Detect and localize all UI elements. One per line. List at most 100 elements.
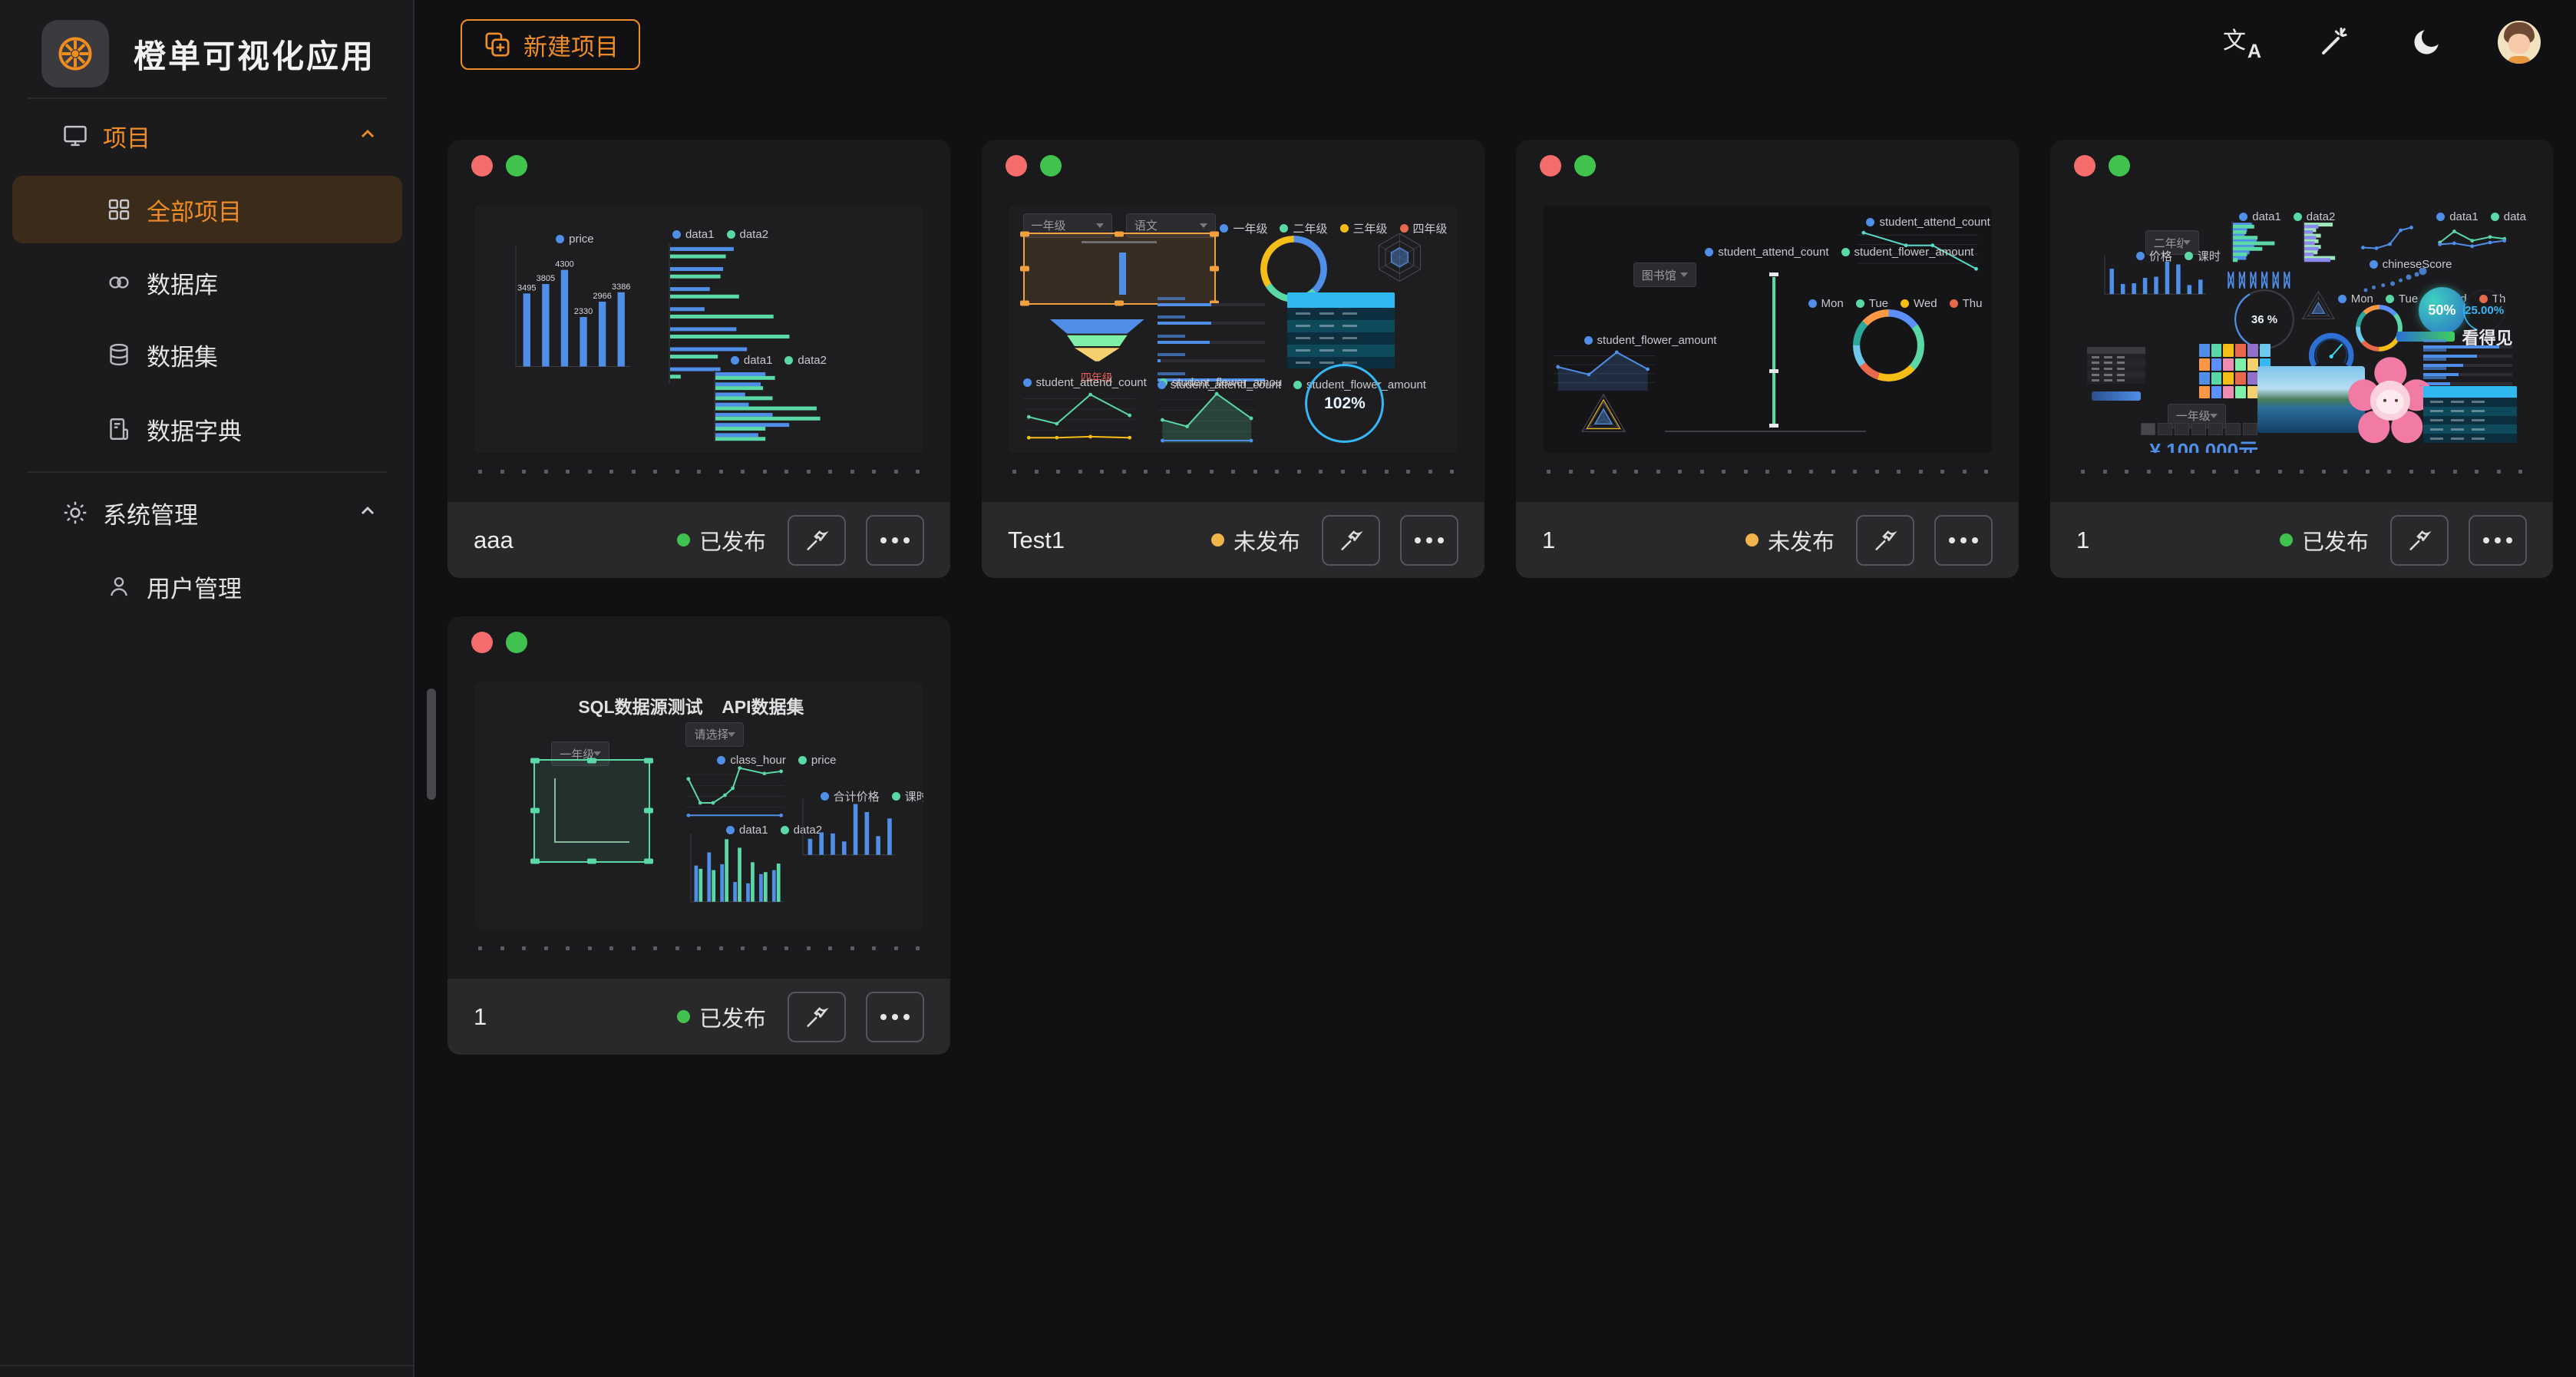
sidebar-section-projects[interactable]: 项目 [0, 107, 414, 165]
edit-project-button[interactable] [1856, 515, 1914, 566]
more-actions-button[interactable] [2469, 515, 2527, 566]
database-icon [104, 341, 134, 368]
selection-handle [644, 758, 653, 763]
thumb-donut [1853, 309, 1924, 381]
project-card[interactable]: data1data2data1data2二年级价格课时chineseScore3… [2050, 140, 2553, 578]
thumb-vline [1772, 277, 1775, 425]
thumb-table [2087, 347, 2145, 384]
project-card[interactable]: student_attend_countstudent_attend_count… [1516, 140, 2019, 578]
status-label: 已发布 [2302, 524, 2369, 556]
sidebar-item-datasets[interactable]: 数据集 [0, 325, 414, 384]
project-thumbnail[interactable]: SQL数据源测试API数据集一年级请选择class_hourpricedata1… [475, 682, 923, 930]
magic-wand-icon[interactable] [2313, 21, 2355, 63]
edit-project-button[interactable] [2390, 515, 2449, 566]
perforation-dots [2081, 468, 2522, 474]
thumb-legend: data1data2 [731, 354, 827, 367]
sidebar: 橙单可视化应用 项目 全部项目 数据库 [0, 0, 414, 1377]
thumb-legend: price [556, 233, 594, 246]
project-card[interactable]: SQL数据源测试API数据集一年级请选择class_hourpricedata1… [447, 616, 950, 1055]
traffic-green-dot [506, 155, 527, 177]
project-card[interactable]: 一年级语文一年级二年级三年级四年级四年级student_attend_count… [982, 140, 1485, 578]
sidebar-item-all-projects[interactable]: 全部项目 [12, 176, 402, 243]
card-footer: 1 未发布 [1516, 502, 2019, 578]
traffic-red-dot [471, 155, 493, 177]
perforation-dots [478, 945, 920, 951]
thumb-progress [2423, 339, 2513, 379]
dictionary-icon [104, 415, 134, 443]
perforation-dots [478, 468, 920, 474]
thumb-gradbar [2092, 391, 2141, 401]
hammer-icon [1872, 527, 1898, 553]
chevron-up-icon[interactable] [355, 121, 381, 151]
traffic-green-dot [2109, 155, 2130, 177]
sidebar-section-system[interactable]: 系统管理 [0, 484, 414, 542]
thumb-funnel: 四年级 [1050, 319, 1144, 385]
monitor-icon [60, 121, 91, 150]
sidebar-item-user-management[interactable]: 用户管理 [0, 557, 414, 616]
selection-handle [530, 758, 540, 763]
edit-project-button[interactable] [788, 515, 846, 566]
project-thumbnail[interactable]: 一年级语文一年级二年级三年级四年级四年级student_attend_count… [1009, 206, 1458, 453]
thumb-selection [533, 759, 650, 863]
thumb-gauge: 36 % [2234, 289, 2294, 348]
thumb-tabs [2141, 423, 2257, 435]
dark-mode-icon[interactable] [2406, 21, 2447, 63]
svg-text:3386: 3386 [612, 282, 630, 291]
sidebar-item-label: 数据集 [147, 338, 218, 372]
project-name: Test1 [1008, 527, 1211, 554]
thumb-dropdown[interactable]: 图书馆 [1633, 263, 1696, 287]
sidebar-item-label: 数据库 [147, 266, 218, 300]
hammer-icon [804, 527, 830, 553]
project-thumbnail[interactable]: data1data2data1data2二年级价格课时chineseScore3… [2078, 206, 2526, 453]
thumb-table [1287, 292, 1395, 369]
more-dots-icon [1415, 537, 1444, 543]
traffic-red-dot [1006, 155, 1027, 177]
project-name: 1 [474, 1003, 677, 1031]
status-label: 未发布 [1768, 524, 1835, 556]
thumb-text: SQL数据源测试 [578, 692, 702, 718]
gear-icon [60, 498, 91, 527]
project-name: 1 [1542, 527, 1745, 554]
svg-text:3805: 3805 [537, 274, 555, 283]
thumb-table [2423, 386, 2518, 443]
hammer-icon [804, 1004, 830, 1030]
more-actions-button[interactable] [1400, 515, 1458, 566]
selection-handle [530, 859, 540, 864]
more-dots-icon [880, 1014, 910, 1020]
status-dot [677, 1010, 690, 1023]
chevron-up-icon[interactable] [355, 498, 381, 528]
more-actions-button[interactable] [1934, 515, 1993, 566]
language-icon[interactable]: 文A [2221, 21, 2263, 63]
thumb-radar [2297, 287, 2340, 333]
edit-project-button[interactable] [1322, 515, 1380, 566]
sidebar-item-data-dictionary[interactable]: 数据字典 [0, 400, 414, 458]
thumb-dropdown[interactable]: 请选择 [685, 722, 744, 747]
traffic-red-dot [471, 632, 493, 653]
project-card[interactable]: price349538054300233029663386data1data2d… [447, 140, 950, 578]
sidebar-section-label: 项目 [103, 119, 150, 154]
new-project-button[interactable]: 新建项目 [461, 19, 640, 70]
user-avatar[interactable] [2498, 21, 2541, 64]
topbar: 新建项目 文A [416, 0, 2576, 88]
thumb-axis [1665, 431, 1867, 432]
selection-handle [530, 808, 540, 814]
sidebar-divider [28, 97, 387, 99]
edit-project-button[interactable] [788, 992, 846, 1042]
more-actions-button[interactable] [866, 515, 924, 566]
svg-text:4300: 4300 [555, 259, 573, 269]
sidebar-item-databases[interactable]: 数据库 [0, 253, 414, 312]
status-label: 未发布 [1234, 524, 1300, 556]
svg-text:2330: 2330 [574, 307, 593, 316]
thumb-radar [1372, 228, 1427, 286]
new-project-label: 新建项目 [523, 28, 619, 62]
more-actions-button[interactable] [866, 992, 924, 1042]
project-thumbnail[interactable]: student_attend_countstudent_attend_count… [1544, 206, 1992, 453]
sidebar-section-label: 系统管理 [103, 496, 198, 530]
thumb-line [2360, 223, 2414, 262]
project-thumbnail[interactable]: price349538054300233029663386data1data2d… [475, 206, 923, 453]
thumb-line [1023, 388, 1135, 444]
thumb-vbars [2095, 255, 2208, 305]
thumb-legend: student_attend_countstudent_flower_amoun… [1705, 246, 1973, 259]
thumb-selection [1023, 233, 1216, 304]
scrollbar-thumb[interactable] [427, 688, 436, 800]
